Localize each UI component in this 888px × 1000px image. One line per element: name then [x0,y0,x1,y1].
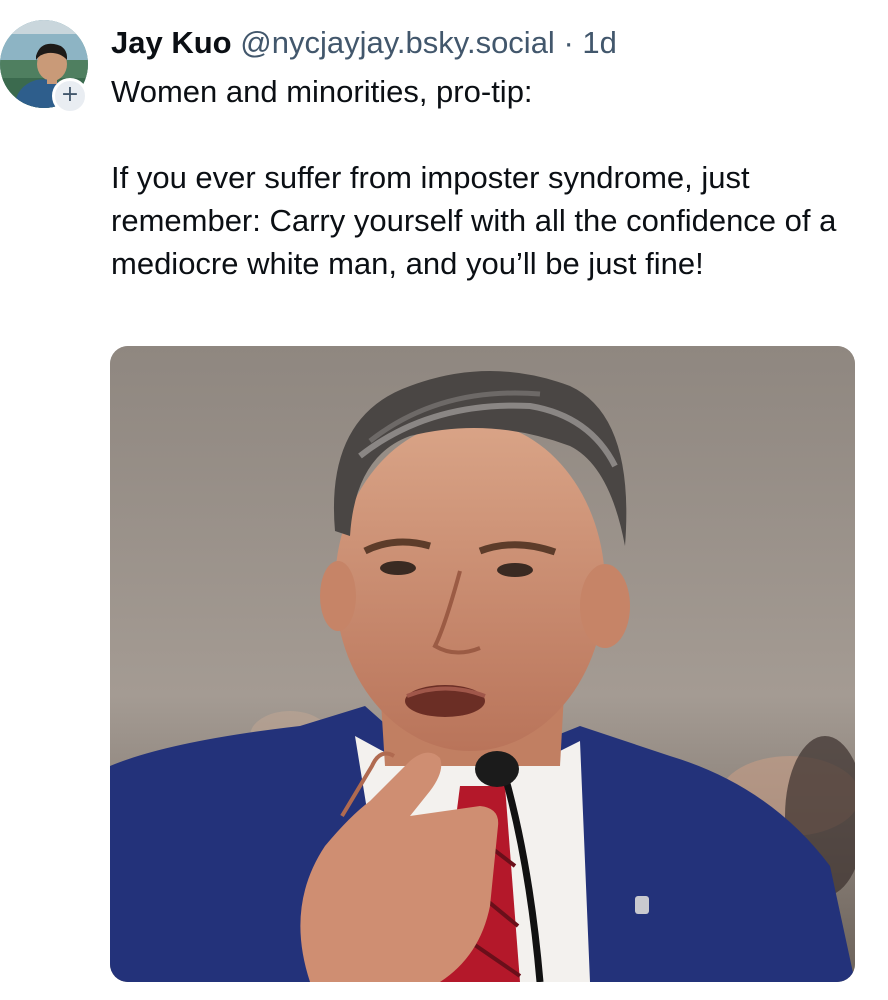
post-timestamp[interactable]: 1d [582,25,616,60]
post-header: Jay Kuo @nycjayjay.bsky.social · 1d [111,22,617,64]
post-text: Women and minorities, pro-tip: If you ev… [111,70,861,285]
post-card: + Jay Kuo @nycjayjay.bsky.social · 1d Wo… [0,0,888,1000]
post-image[interactable] [110,346,855,982]
author-display-name[interactable]: Jay Kuo [111,25,232,60]
post-photo [110,346,855,982]
plus-icon: + [60,82,80,107]
author-handle[interactable]: @nycjayjay.bsky.social [240,25,555,60]
follow-button[interactable]: + [52,78,88,114]
header-separator: · [563,25,574,60]
post-text-paragraph-2: If you ever suffer from imposter syndrom… [111,160,837,281]
post-text-line-1: Women and minorities, pro-tip: [111,74,533,109]
